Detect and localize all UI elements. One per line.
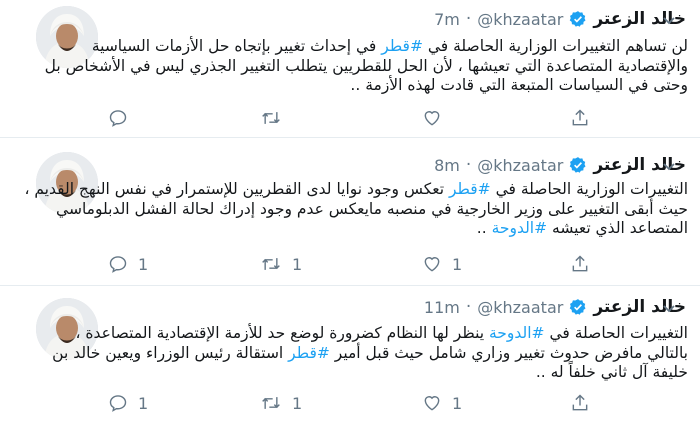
- verified-badge-icon: [569, 156, 587, 174]
- verified-badge-icon: [569, 10, 587, 28]
- tweet-text-segment: خليفة آل ثاني خلفاً له ..: [535, 363, 688, 381]
- like-button[interactable]: 1: [422, 391, 462, 415]
- tweet-card[interactable]: 8m · @khzaatar خالد الزعتر التغييرات الو…: [0, 138, 700, 286]
- like-count: 1: [452, 393, 463, 413]
- chevron-down-icon[interactable]: [662, 12, 676, 26]
- separator-dot: ·: [465, 155, 472, 175]
- tweet-actions: 1 1 1: [108, 252, 628, 276]
- tweet-text-line: لن تساهم التغييرات الوزارية الحاصلة في #…: [92, 37, 688, 57]
- reply-icon: [108, 254, 128, 274]
- retweet-icon: [260, 108, 282, 128]
- chevron-down-icon[interactable]: [662, 300, 676, 314]
- share-icon: [570, 393, 590, 413]
- user-handle[interactable]: @khzaatar: [477, 156, 563, 175]
- tweet-text: التغييرات الوزارية الحاصلة في #قطر تعكس …: [24, 180, 688, 239]
- tweet-text-segment: حيث أبقى التغيير على وزير الخارجية في من…: [56, 199, 688, 218]
- tweet-text: لن تساهم التغييرات الوزارية الحاصلة في #…: [45, 37, 688, 96]
- tweet-text-line: والإقتصادية المتصاعدة التي تعيشها ، لأن …: [45, 57, 688, 77]
- share-button[interactable]: [570, 391, 590, 415]
- verified-badge-icon: [569, 298, 587, 316]
- tweet-text-segment: ينظر لها النظام كضرورة لوضع حد للأزمة ال…: [75, 324, 489, 342]
- reply-button[interactable]: [108, 106, 138, 130]
- tweet-header: 11m · @khzaatar خالد الزعتر: [424, 296, 686, 318]
- chevron-down-icon[interactable]: [662, 158, 676, 172]
- reply-button[interactable]: 1: [108, 391, 148, 415]
- share-button[interactable]: [570, 252, 590, 276]
- tweet-time[interactable]: 8m: [434, 156, 460, 175]
- tweet-text-segment: التغييرات الوزارية الحاصلة في: [490, 180, 688, 198]
- tweet-text-line: المتصاعد الذي تعيشه #الدوحة ..: [108, 219, 688, 239]
- tweet-text-segment: وحتى في السياسات المتبعة التي قادت لهذه …: [350, 76, 688, 94]
- like-icon: [422, 254, 442, 274]
- like-button[interactable]: [422, 106, 452, 130]
- user-handle[interactable]: @khzaatar: [477, 298, 563, 317]
- tweet-card[interactable]: 7m · @khzaatar خالد الزعتر لن تساهم التغ…: [0, 0, 700, 138]
- retweet-button[interactable]: 1: [260, 252, 302, 276]
- like-count: 1: [452, 254, 463, 274]
- tweet-text-line: حيث أبقى التغيير على وزير الخارجية في من…: [56, 200, 688, 220]
- tweet-time[interactable]: 7m: [434, 10, 460, 29]
- share-icon: [570, 254, 590, 274]
- hashtag-link[interactable]: #قطر: [381, 37, 423, 55]
- retweet-button[interactable]: 1: [260, 391, 302, 415]
- reply-count: 1: [138, 254, 149, 274]
- tweet-time[interactable]: 11m: [424, 298, 460, 317]
- hashtag-link[interactable]: #الدوحة: [492, 219, 548, 237]
- retweet-icon: [260, 254, 282, 274]
- share-icon: [570, 108, 590, 128]
- share-button[interactable]: [570, 106, 590, 130]
- tweet-text-segment: ..: [476, 219, 492, 237]
- reply-icon: [108, 393, 128, 413]
- tweet-text-segment: استقالة رئيس الوزراء ويعين خالد بن: [52, 343, 289, 362]
- tweet-text-segment: في إحداث تغيير بإتجاه حل الأزمات السياسي…: [91, 37, 382, 55]
- tweet-text-segment: تعكس وجود نوايا لدى القطريين للإستمرار ف…: [24, 180, 449, 198]
- separator-dot: ·: [465, 297, 472, 317]
- tweet-text-segment: لن تساهم التغييرات الوزارية الحاصلة في: [422, 37, 688, 55]
- retweet-count: 1: [292, 254, 303, 274]
- tweet-text-line: التغييرات الوزارية الحاصلة في #قطر تعكس …: [24, 180, 688, 200]
- retweet-button[interactable]: [260, 106, 292, 130]
- tweet-text: التغييرات الحاصلة في #الدوحة ينظر لها ال…: [52, 324, 688, 383]
- tweet-header: 8m · @khzaatar خالد الزعتر: [434, 154, 686, 176]
- tweet-text-segment: المتصاعد الذي تعيشه: [547, 219, 688, 237]
- reply-count: 1: [138, 393, 149, 413]
- tweet-text-line: التغييرات الحاصلة في #الدوحة ينظر لها ال…: [75, 324, 688, 344]
- tweet-text-line: وحتى في السياسات المتبعة التي قادت لهذه …: [108, 76, 688, 96]
- hashtag-link[interactable]: #قطر: [288, 344, 330, 362]
- tweet-header: 7m · @khzaatar خالد الزعتر: [434, 8, 686, 30]
- separator-dot: ·: [465, 9, 472, 29]
- tweet-actions: 1 1 1: [108, 391, 628, 415]
- hashtag-link[interactable]: #الدوحة: [489, 324, 545, 342]
- retweet-count: 1: [292, 393, 303, 413]
- like-icon: [422, 108, 442, 128]
- tweet-text-line: خليفة آل ثاني خلفاً له ..: [108, 363, 688, 383]
- hashtag-link[interactable]: #قطر: [449, 180, 491, 198]
- tweet-text-segment: والإقتصادية المتصاعدة التي تعيشها ، لأن …: [44, 56, 688, 75]
- tweet-text-segment: التغييرات الحاصلة في: [544, 324, 688, 342]
- tweet-card[interactable]: 11m · @khzaatar خالد الزعتر التغييرات ال…: [0, 286, 700, 421]
- tweet-actions: [108, 106, 628, 130]
- tweet-text-line: بالتالي مافرض حدوث تغيير وزاري شامل حيث …: [52, 343, 688, 364]
- like-button[interactable]: 1: [422, 252, 462, 276]
- tweet-text-segment: بالتالي مافرض حدوث تغيير وزاري شامل حيث …: [329, 343, 688, 362]
- reply-icon: [108, 108, 128, 128]
- like-icon: [422, 393, 442, 413]
- reply-button[interactable]: 1: [108, 252, 148, 276]
- user-handle[interactable]: @khzaatar: [477, 10, 563, 29]
- retweet-icon: [260, 393, 282, 413]
